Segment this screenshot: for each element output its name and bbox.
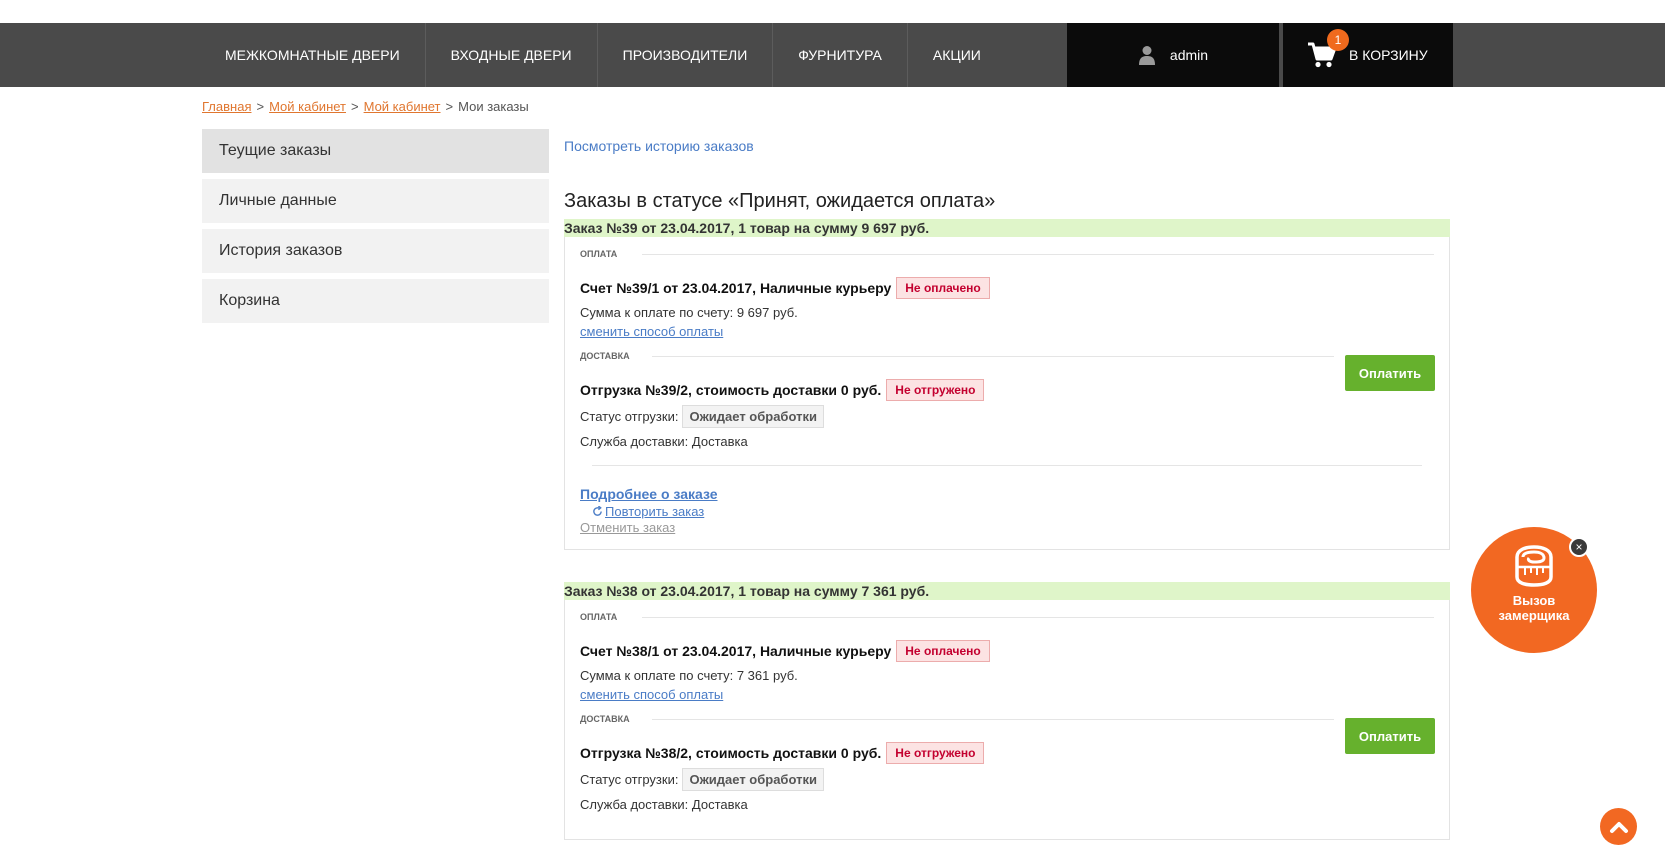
- scroll-to-top-button[interactable]: [1600, 808, 1637, 845]
- invoice-status-badge: Не оплачено: [896, 640, 990, 662]
- measuring-tape-icon: [1515, 545, 1553, 587]
- nav-item-interior-doors[interactable]: Межкомнатные двери: [200, 23, 426, 87]
- shipment-state-row: Статус отгрузки: Ожидает обработки: [580, 768, 1434, 791]
- shipment-status-badge: Не отгружено: [886, 742, 985, 764]
- nav-item-promotions[interactable]: Акции: [908, 23, 1006, 87]
- delivery-service: Служба доставки: Доставка: [580, 797, 748, 812]
- shipment-title: Отгрузка №38/2, стоимость доставки 0 руб…: [580, 742, 1434, 764]
- shipment-state-badge: Ожидает обработки: [682, 768, 824, 791]
- order-card: Заказ №39 от 23.04.2017, 1 товар на сумм…: [564, 219, 1450, 550]
- orders-main: Посмотреть историю заказов Заказы в стат…: [564, 128, 1450, 840]
- invoice-sum: Сумма к оплате по счету: 7 361 руб.: [580, 668, 798, 683]
- breadcrumb-current: Мои заказы: [458, 99, 529, 114]
- order-details-link[interactable]: Подробнее о заказе: [580, 486, 718, 502]
- cart-button[interactable]: 1 В корзину: [1283, 23, 1453, 87]
- call-measurer-label: Вызов замерщика: [1498, 593, 1570, 623]
- top-navigation: Межкомнатные двери Входные двери Произво…: [0, 23, 1665, 87]
- breadcrumb-home[interactable]: Главная: [202, 99, 251, 114]
- divider: [592, 465, 1422, 466]
- close-icon[interactable]: ×: [1569, 537, 1589, 557]
- invoice-sum: Сумма к оплате по счету: 9 697 руб.: [580, 305, 798, 320]
- breadcrumb: Главная > Мой кабинет > Мой кабинет > Мои зака…: [202, 99, 529, 114]
- breadcrumb-separator: >: [256, 99, 265, 114]
- user-name: admin: [1169, 47, 1209, 63]
- cart-count-badge: 1: [1327, 29, 1349, 51]
- order-card: Заказ №38 от 23.04.2017, 1 товар на сумм…: [564, 582, 1450, 840]
- status-title: Заказы в статусе «Принят, ожидается опла…: [564, 190, 996, 212]
- order-header: Заказ №38 от 23.04.2017, 1 товар на сумм…: [564, 582, 1450, 600]
- nav-item-hardware[interactable]: Фурнитура: [773, 23, 908, 87]
- user-account-button[interactable]: admin: [1067, 23, 1279, 87]
- repeat-order-row: Повторить заказ: [592, 504, 1434, 519]
- delivery-service: Служба доставки: Доставка: [580, 434, 748, 449]
- order-header: Заказ №39 от 23.04.2017, 1 товар на сумм…: [564, 219, 1450, 237]
- order-body: ОПЛАТА Счет №39/1 от 23.04.2017, Наличны…: [564, 237, 1450, 550]
- shipment-title: Отгрузка №39/2, стоимость доставки 0 руб…: [580, 379, 1434, 401]
- nav-item-manufacturers[interactable]: Производители: [598, 23, 774, 87]
- delivery-section-label: ДОСТАВКА: [580, 347, 1434, 365]
- refresh-icon: [593, 506, 602, 516]
- chevron-up-icon: [1609, 821, 1628, 833]
- breadcrumb-separator: >: [351, 99, 359, 114]
- user-icon: [1138, 46, 1155, 65]
- invoice-title: Счет №38/1 от 23.04.2017, Наличные курье…: [580, 640, 1434, 662]
- sidebar-item-cart[interactable]: Корзина: [202, 279, 549, 323]
- invoice-title: Счет №39/1 от 23.04.2017, Наличные курье…: [580, 277, 1434, 299]
- order-body: ОПЛАТА Счет №38/1 от 23.04.2017, Наличны…: [564, 600, 1450, 840]
- payment-section-label: ОПЛАТА: [580, 608, 1434, 626]
- sidebar-item-personal-data[interactable]: Личные данные: [202, 179, 549, 223]
- shipment-status-badge: Не отгружено: [886, 379, 985, 401]
- cancel-order-link[interactable]: Отменить заказ: [580, 520, 675, 535]
- cart-label: В корзину: [1349, 47, 1428, 63]
- change-payment-link[interactable]: сменить способ оплаты: [580, 324, 723, 339]
- shipment-state-badge: Ожидает обработки: [682, 405, 824, 428]
- main-menu: Межкомнатные двери Входные двери Произво…: [200, 23, 1006, 87]
- sidebar-item-current-orders[interactable]: Теущие заказы: [202, 129, 549, 173]
- view-history-link[interactable]: Посмотреть историю заказов: [564, 138, 1450, 154]
- invoice-status-badge: Не оплачено: [896, 277, 990, 299]
- nav-item-entrance-doors[interactable]: Входные двери: [426, 23, 598, 87]
- account-sidebar: Теущие заказы Личные данные История зака…: [202, 129, 549, 329]
- shipment-state-row: Статус отгрузки: Ожидает обработки: [580, 405, 1434, 428]
- breadcrumb-separator: >: [445, 99, 454, 114]
- payment-section-label: ОПЛАТА: [580, 245, 1434, 263]
- delivery-section-label: ДОСТАВКА: [580, 710, 1434, 728]
- sidebar-item-order-history[interactable]: История заказов: [202, 229, 549, 273]
- breadcrumb-cabinet[interactable]: Мой кабинет: [269, 99, 346, 114]
- repeat-order-link[interactable]: Повторить заказ: [605, 504, 704, 519]
- breadcrumb-cabinet-2[interactable]: Мой кабинет: [364, 99, 441, 114]
- change-payment-link[interactable]: сменить способ оплаты: [580, 687, 723, 702]
